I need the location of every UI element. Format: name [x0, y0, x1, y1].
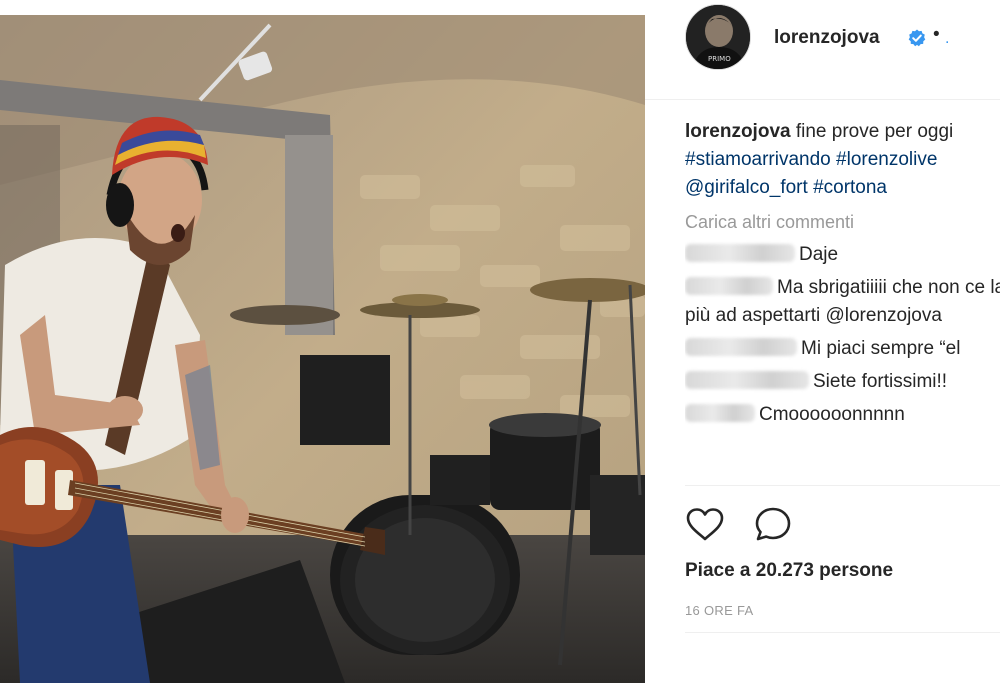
caption-line-3: @girifalco_fort #cortona: [685, 174, 1000, 202]
comment-username-blurred[interactable]: [685, 404, 755, 422]
comment-item: Ma sbrigatiiiii che non ce la faccio più…: [685, 274, 1000, 330]
avatar[interactable]: PRIMO: [685, 4, 751, 70]
post-username[interactable]: lorenzojova: [774, 27, 880, 49]
avatar-image: PRIMO: [686, 5, 750, 69]
comment-item: Cmoooooonnnnn: [685, 401, 1000, 429]
verified-badge-icon: [908, 29, 926, 47]
photo-illustration: [0, 15, 645, 683]
comment-username-blurred[interactable]: [685, 371, 809, 389]
post-header: PRIMO lorenzojova • .: [645, 0, 1000, 100]
comment-item: Siete fortissimi!!: [685, 368, 1000, 396]
header-separator: •: [933, 24, 940, 45]
svg-text:PRIMO: PRIMO: [708, 55, 731, 63]
comment-username-blurred[interactable]: [685, 338, 797, 356]
comment-item: Daje: [685, 241, 1000, 269]
comment-text-continued: più ad aspettarti @lorenzojova: [685, 305, 942, 326]
comment-item: Mi piaci sempre “el: [685, 335, 1000, 363]
hashtag-link[interactable]: #cortona: [813, 177, 887, 198]
post-timestamp[interactable]: 16 ORE FA: [685, 603, 753, 618]
comment-text: Mi piaci sempre “el: [801, 338, 961, 359]
comment-text: Daje: [799, 244, 839, 265]
comment-username-blurred[interactable]: [685, 244, 795, 262]
hashtag-link[interactable]: #stiamoarrivando: [685, 149, 831, 170]
caption-text: fine prove per oggi: [795, 121, 954, 142]
post-photo[interactable]: [0, 15, 645, 683]
caption-line-2: #stiamoarrivando #lorenzolive: [685, 146, 1000, 174]
caption-username[interactable]: lorenzojova: [685, 121, 791, 142]
comment-text: Siete fortissimi!!: [813, 371, 948, 392]
follow-button[interactable]: .: [945, 30, 949, 48]
hashtag-link[interactable]: #lorenzolive: [836, 149, 937, 170]
actions-divider: [685, 485, 1000, 486]
comment-icon[interactable]: [753, 505, 793, 545]
comment-text: Cmoooooonnnnn: [759, 404, 905, 425]
footer-divider: [685, 632, 1000, 633]
comment-text: Ma sbrigatiiiii che non ce la faccio: [777, 277, 1000, 298]
post-caption: lorenzojova fine prove per oggi #stiamoa…: [685, 118, 1000, 202]
load-more-comments-button[interactable]: Carica altri commenti: [685, 208, 1000, 236]
mention-link[interactable]: @girifalco_fort: [685, 177, 808, 198]
comment-username-blurred[interactable]: [685, 277, 773, 295]
comments-list: lorenzojova fine prove per oggi #stiamoa…: [685, 118, 1000, 490]
heart-icon[interactable]: [685, 505, 725, 545]
post-side-panel: PRIMO lorenzojova • . lorenzojova fine p…: [645, 0, 1000, 683]
likes-count[interactable]: Piace a 20.273 persone: [685, 560, 893, 582]
caption-line-1: lorenzojova fine prove per oggi: [685, 118, 1000, 146]
